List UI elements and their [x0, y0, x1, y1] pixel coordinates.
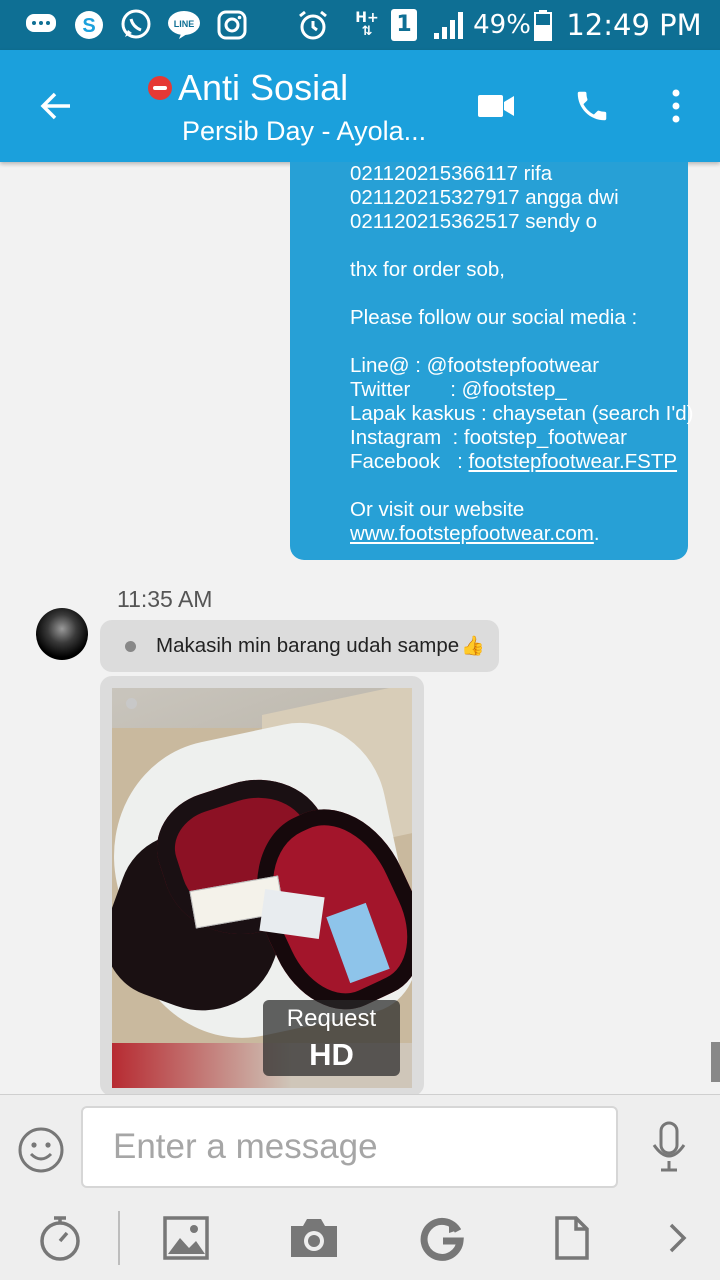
- emoji-icon[interactable]: [16, 1125, 66, 1175]
- message-line: Lapak kaskus : chaysetan (search I'd): [350, 402, 694, 425]
- whatsapp-icon: [118, 0, 154, 50]
- back-arrow-icon[interactable]: [30, 80, 82, 132]
- conversation-list[interactable]: 021120215366117 rifa 021120215327917 ang…: [0, 162, 720, 1094]
- incoming-message-bubble[interactable]: Makasih min barang udah sampe 👍: [100, 620, 499, 672]
- chat-bubble-icon: [24, 0, 58, 50]
- sim-number: 1: [391, 9, 417, 41]
- message-line: 021120215362517 sendy o: [350, 210, 597, 233]
- message-composer: [0, 1094, 720, 1280]
- scrollbar-thumb[interactable]: [711, 1042, 720, 1082]
- chat-header: Anti Sosial Persib Day - Ayola...: [0, 50, 720, 162]
- shoe-box-photo[interactable]: Request HD: [112, 688, 412, 1088]
- instagram-icon: [214, 0, 250, 50]
- camera-icon[interactable]: [288, 1212, 340, 1264]
- line-icon: LINE: [166, 0, 202, 50]
- sim-badge: 1: [390, 0, 418, 50]
- request-hd-button[interactable]: Request HD: [263, 1000, 400, 1076]
- timer-icon[interactable]: [34, 1212, 86, 1264]
- battery-icon: [532, 0, 554, 50]
- contact-name: Anti Sosial: [178, 67, 349, 108]
- document-icon[interactable]: [546, 1212, 598, 1264]
- photo-message-bubble[interactable]: Request HD: [100, 676, 424, 1094]
- message-line: Instagram : footstep_footwear: [350, 426, 627, 449]
- message-line: 021120215366117 rifa: [350, 162, 553, 185]
- svg-text:LINE: LINE: [174, 19, 195, 29]
- request-hd-value: HD: [309, 1037, 354, 1072]
- message-line: Line@ : @footstepfootwear: [350, 354, 600, 377]
- message-status-dot: [126, 698, 137, 709]
- battery-percent: 49%: [473, 10, 531, 40]
- alarm-icon: [296, 0, 330, 50]
- chevron-right-icon[interactable]: [652, 1212, 704, 1264]
- message-line: Twitter : @footstep_: [350, 378, 567, 401]
- website-link[interactable]: www.footstepfootwear.com: [350, 522, 594, 545]
- message-line: www.footstepfootwear.com.: [350, 522, 688, 546]
- message-line: thx for order sob,: [350, 258, 505, 281]
- skype-icon: S: [72, 0, 106, 50]
- network-type-icon: H+ ⇅: [355, 10, 379, 39]
- clock: 12:49 PM: [566, 8, 702, 42]
- svg-text:S: S: [82, 15, 95, 37]
- signal-icon: [430, 0, 470, 50]
- message-line: Or visit our website: [350, 498, 525, 521]
- request-hd-label: Request: [286, 1005, 377, 1032]
- do-not-disturb-icon: [148, 76, 172, 100]
- video-call-icon[interactable]: [470, 80, 522, 132]
- more-vert-icon[interactable]: [650, 80, 702, 132]
- toolbar-divider: [118, 1211, 120, 1265]
- message-timestamp: 11:35 AM: [117, 586, 213, 612]
- message-line: Facebook : footstepfootwear.FSTP: [350, 450, 688, 474]
- outgoing-message-bubble[interactable]: 021120215366117 rifa 021120215327917 ang…: [290, 162, 694, 560]
- message-line: 021120215327917 angga dwi: [350, 186, 619, 209]
- incoming-message-text: Makasih min barang udah sampe: [156, 634, 460, 657]
- facebook-link[interactable]: footstepfootwear.FSTP: [469, 450, 678, 473]
- facebook-label: Facebook :: [350, 450, 469, 473]
- gif-icon[interactable]: [416, 1212, 468, 1264]
- contact-status-message: Persib Day - Ayola...: [182, 116, 427, 146]
- thumbs-up-icon: 👍: [461, 636, 485, 657]
- conversation-title-area[interactable]: Anti Sosial Persib Day - Ayola...: [148, 66, 458, 147]
- message-status-dot: [125, 641, 136, 652]
- message-input[interactable]: [81, 1106, 618, 1188]
- avatar[interactable]: [36, 608, 88, 660]
- gallery-icon[interactable]: [160, 1212, 212, 1264]
- status-bar: S LINE H+ ⇅ 1 49% 12:49 PM: [0, 0, 720, 50]
- website-suffix: .: [593, 522, 600, 545]
- message-line: Please follow our social media :: [350, 306, 638, 329]
- microphone-icon[interactable]: [646, 1119, 692, 1175]
- phone-call-icon[interactable]: [566, 80, 618, 132]
